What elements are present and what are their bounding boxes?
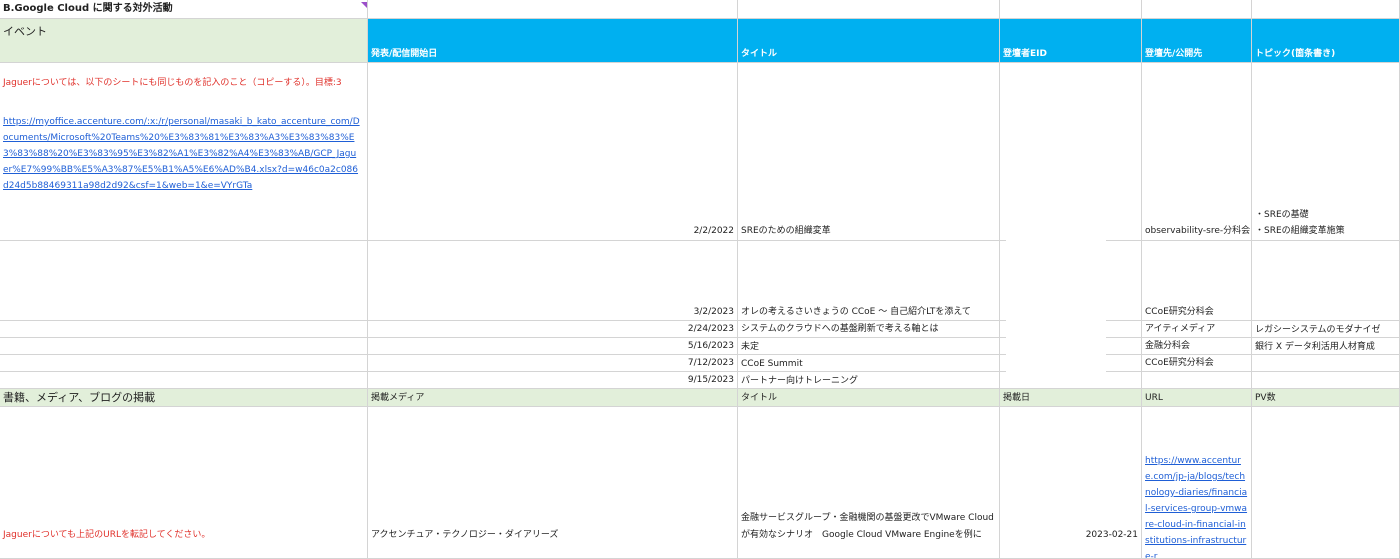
event-venue-cell[interactable]: CCoE研究分科会 — [1142, 355, 1252, 372]
header-topic[interactable]: トピック(箇条書き) — [1252, 19, 1400, 63]
media-pv-cell[interactable] — [1252, 407, 1400, 559]
media-label-cell[interactable]: 書籍、メディア、ブログの掲載 — [0, 389, 368, 407]
empty-cell[interactable] — [0, 321, 368, 338]
topic-line: ・SREの組織変革施策 — [1255, 226, 1345, 236]
event-date-cell[interactable]: 7/12/2023 — [368, 355, 738, 372]
media-note-cell[interactable]: Jaguerについても上記のURLを転記してください。 — [0, 407, 368, 559]
header-outlet[interactable]: 掲載メディア — [368, 389, 738, 407]
event-title-cell[interactable]: SREのための組織変革 — [738, 63, 1000, 241]
event-venue-cell[interactable]: アイティメディア — [1142, 321, 1252, 338]
event-topic-cell[interactable]: レガシーシステムのモダナイゼ — [1252, 321, 1400, 338]
media-title-cell[interactable]: 金融サービスグループ・金融機関の基盤更改でVMware Cloudが有効なシナリ… — [738, 407, 1000, 559]
empty-cell[interactable] — [0, 372, 368, 389]
event-topic-cell[interactable] — [1252, 355, 1400, 372]
header-pv[interactable]: PV数 — [1252, 389, 1400, 407]
empty-cell[interactable] — [1000, 0, 1142, 19]
event-venue-cell[interactable]: observability-sre-分科会 — [1142, 63, 1252, 241]
event-venue-cell[interactable]: CCoE研究分科会 — [1142, 241, 1252, 321]
empty-cell[interactable] — [0, 338, 368, 355]
media-date-cell[interactable]: 2023-02-21 — [1000, 407, 1142, 559]
event-title-cell[interactable]: 未定 — [738, 338, 1000, 355]
comment-marker-icon — [361, 2, 367, 8]
header-date[interactable]: 発表/配信開始日 — [368, 19, 738, 63]
header-media-title[interactable]: タイトル — [738, 389, 1000, 407]
event-date-cell[interactable]: 2/24/2023 — [368, 321, 738, 338]
event-date-cell[interactable]: 3/2/2023 — [368, 241, 738, 321]
empty-cell[interactable] — [0, 355, 368, 372]
event-venue-cell[interactable] — [1142, 372, 1252, 389]
event-date-cell[interactable]: 9/15/2023 — [368, 372, 738, 389]
empty-cell[interactable] — [1252, 0, 1400, 19]
spreadsheet: B.Google Cloud に関する対外活動 イベント 発表/配信開始日 タイ… — [0, 0, 1400, 559]
header-url[interactable]: URL — [1142, 389, 1252, 407]
event-date-cell[interactable]: 2/2/2022 — [368, 63, 738, 241]
empty-cell[interactable] — [1142, 0, 1252, 19]
event-title-cell[interactable]: CCoE Summit — [738, 355, 1000, 372]
redaction-block — [1006, 66, 1106, 387]
header-venue[interactable]: 登壇先/公開先 — [1142, 19, 1252, 63]
event-title-cell[interactable]: システムのクラウドへの基盤刷新で考える軸とは — [738, 321, 1000, 338]
events-label-cell[interactable]: イベント — [0, 19, 368, 63]
empty-cell[interactable] — [368, 0, 738, 19]
event-title-cell[interactable]: パートナー向けトレーニング — [738, 372, 1000, 389]
event-topic-cell[interactable] — [1252, 372, 1400, 389]
media-url-cell[interactable]: https://www.accenture.com/jp-ja/blogs/te… — [1142, 407, 1252, 559]
jaguer-sheet-link[interactable]: https://myoffice.accenture.com/:x:/r/per… — [3, 114, 361, 194]
jaguer-note: Jaguerについては、以下のシートにも同じものを記入のこと（コピーする）。目標… — [3, 78, 342, 88]
empty-cell[interactable] — [0, 241, 368, 321]
event-topic-cell[interactable] — [1252, 241, 1400, 321]
event-date-cell[interactable]: 5/16/2023 — [368, 338, 738, 355]
topic-line: ・SREの基礎 — [1255, 210, 1309, 220]
header-pub-date[interactable]: 掲載日 — [1000, 389, 1142, 407]
media-outlet-cell[interactable]: アクセンチュア・テクノロジー・ダイアリーズ — [368, 407, 738, 559]
events-notes-cell[interactable]: Jaguerについては、以下のシートにも同じものを記入のこと（コピーする）。目標… — [0, 63, 368, 241]
event-title-cell[interactable]: オレの考えるさいきょうの CCoE ～ 自己紹介LTを添えて — [738, 241, 1000, 321]
empty-cell[interactable] — [738, 0, 1000, 19]
header-title[interactable]: タイトル — [738, 19, 1000, 63]
event-topic-cell[interactable]: ・SREの基礎 ・SREの組織変革施策 — [1252, 63, 1400, 241]
event-venue-cell[interactable]: 金融分科会 — [1142, 338, 1252, 355]
event-topic-cell[interactable]: 銀行 X データ利活用人材育成 — [1252, 338, 1400, 355]
section-title-cell[interactable]: B.Google Cloud に関する対外活動 — [0, 0, 368, 19]
header-eid[interactable]: 登壇者EID — [1000, 19, 1142, 63]
